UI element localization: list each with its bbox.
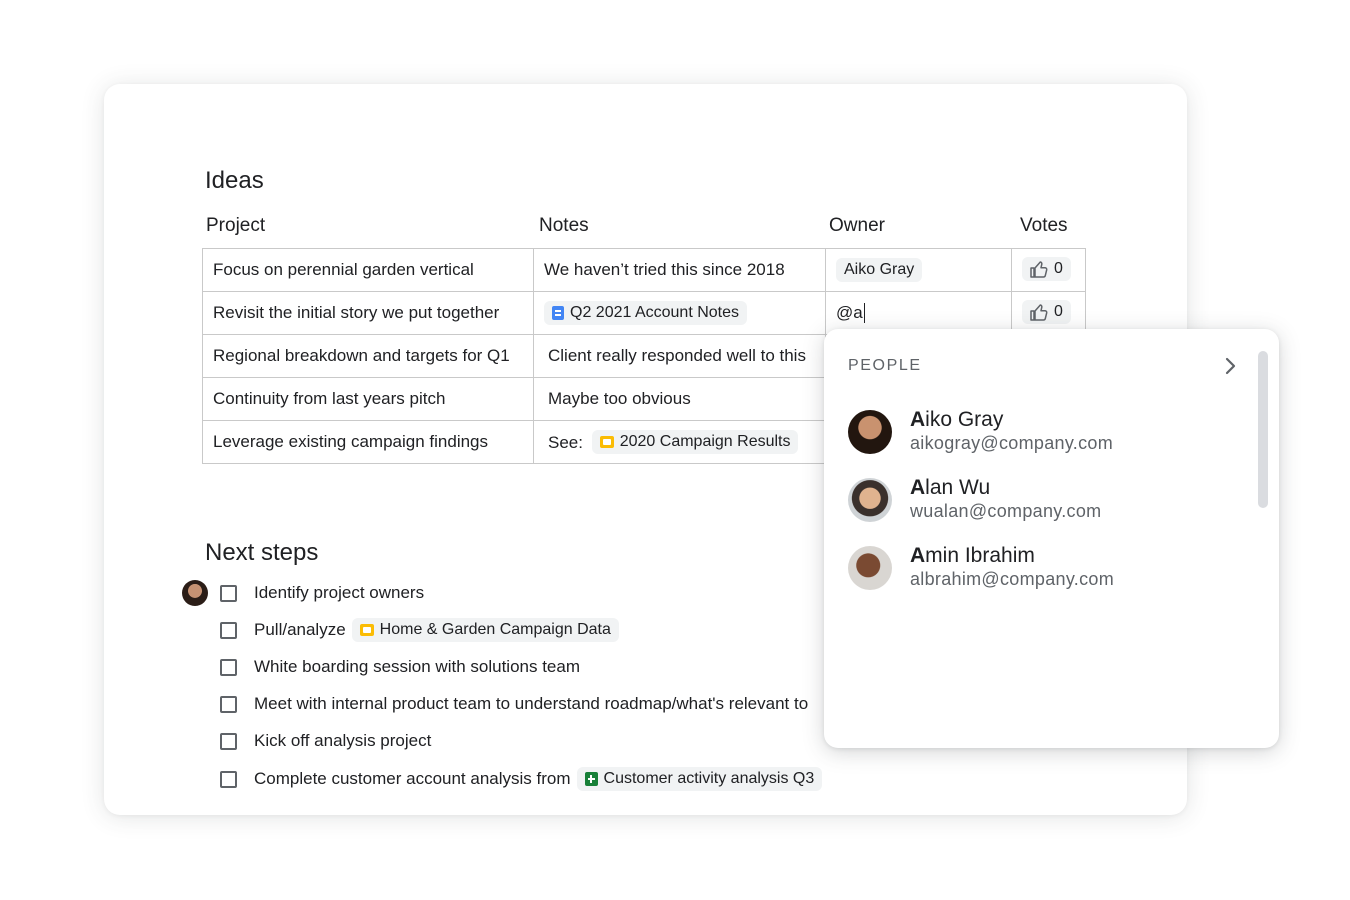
checklist-item: White boarding session with solutions te… [220, 650, 580, 684]
checklist-item: Identify project owners [220, 576, 424, 610]
file-chip-label: Q2 2021 Account Notes [570, 304, 739, 321]
column-header-owner: Owner [829, 215, 885, 236]
person-option[interactable]: Amin Ibrahim albrahim@company.com [848, 544, 1228, 594]
project-cell[interactable]: Continuity from last years pitch [202, 377, 534, 421]
google-slides-icon [599, 436, 614, 448]
person-name: Alan Wu [910, 476, 991, 499]
owner-name: Aiko Gray [844, 261, 915, 278]
project-cell[interactable]: Revisit the initial story we put togethe… [202, 291, 534, 335]
table-row: Focus on perennial garden vertical We ha… [202, 248, 1086, 292]
popup-heading: PEOPLE [848, 357, 922, 374]
notes-prefix: See: [548, 433, 583, 452]
text-cursor [863, 303, 866, 324]
file-chip[interactable]: Home & Garden Campaign Data [351, 618, 619, 642]
project-cell[interactable]: Focus on perennial garden vertical [202, 248, 534, 292]
chevron-right-icon[interactable] [1224, 355, 1238, 381]
file-chip[interactable]: Customer activity analysis Q3 [576, 767, 823, 791]
checkbox[interactable] [220, 695, 237, 713]
avatar [848, 478, 892, 522]
checklist-item-label: Kick off analysis project [254, 731, 432, 750]
checkbox[interactable] [220, 770, 237, 788]
mention-text: @a [836, 302, 863, 322]
file-chip-label: Customer activity analysis Q3 [603, 770, 815, 787]
checklist-item-label: White boarding session with solutions te… [254, 657, 580, 676]
notes-cell[interactable]: See: 2020 Campaign Results [533, 420, 826, 464]
people-suggestion-popup: PEOPLE Aiko Gray aikogray@company.com Al… [824, 329, 1279, 748]
person-name: Aiko Gray [910, 408, 1004, 431]
person-name: Amin Ibrahim [910, 544, 1035, 567]
file-chip-label: 2020 Campaign Results [619, 433, 791, 450]
next-steps-heading: Next steps [205, 539, 319, 566]
vote-count: 0 [1054, 260, 1063, 278]
checklist-item-label: Complete customer account analysis from [254, 769, 571, 788]
file-chip[interactable]: Q2 2021 Account Notes [544, 301, 747, 325]
votes-cell: 0 [1011, 248, 1086, 292]
checkbox[interactable] [220, 584, 237, 602]
checkbox[interactable] [220, 732, 237, 750]
notes-text: We haven’t tried this since 2018 [544, 260, 785, 279]
owner-chip[interactable]: Aiko Gray [836, 258, 923, 282]
column-header-notes: Notes [539, 215, 589, 236]
vote-count: 0 [1054, 303, 1063, 321]
vote-button[interactable]: 0 [1022, 300, 1071, 325]
avatar [848, 546, 892, 590]
column-header-votes: Votes [1020, 215, 1068, 236]
thumbs-up-icon [1030, 261, 1048, 278]
file-chip[interactable]: 2020 Campaign Results [591, 430, 799, 454]
person-option[interactable]: Alan Wu wualan@company.com [848, 476, 1228, 526]
notes-cell[interactable]: We haven’t tried this since 2018 [533, 248, 826, 292]
avatar [848, 410, 892, 454]
checklist-item: Complete customer account analysis from … [220, 762, 823, 796]
column-header-project: Project [206, 215, 266, 236]
vote-button[interactable]: 0 [1022, 257, 1071, 282]
checklist-item-label: Identify project owners [254, 583, 425, 602]
person-option[interactable]: Aiko Gray aikogray@company.com [848, 408, 1228, 458]
person-email: albrahim@company.com [910, 569, 1115, 589]
person-email: aikogray@company.com [910, 433, 1114, 453]
owner-mention-input[interactable]: @a [836, 302, 866, 324]
checklist-item: Pull/analyze Home & Garden Campaign Data [220, 613, 619, 647]
owner-cell[interactable]: Aiko Gray [825, 248, 1012, 292]
google-slides-icon [359, 624, 374, 636]
scrollbar[interactable] [1258, 351, 1268, 508]
notes-cell[interactable]: Client really responded well to this [533, 334, 826, 378]
checkbox[interactable] [220, 621, 237, 639]
google-sheets-icon [584, 772, 598, 786]
checklist-item-label: Meet with internal product team to under… [254, 694, 809, 713]
ideas-heading: Ideas [205, 167, 264, 194]
google-docs-icon [552, 306, 564, 320]
project-cell[interactable]: Regional breakdown and targets for Q1 [202, 334, 534, 378]
avatar[interactable] [182, 580, 208, 606]
checklist-item-label: Pull/analyze [254, 620, 346, 639]
notes-cell[interactable]: Q2 2021 Account Notes [533, 291, 826, 335]
file-chip-label: Home & Garden Campaign Data [379, 621, 611, 638]
person-email: wualan@company.com [910, 501, 1102, 521]
project-cell[interactable]: Leverage existing campaign findings [202, 420, 534, 464]
notes-cell[interactable]: Maybe too obvious [533, 377, 826, 421]
checklist-item: Kick off analysis project [220, 724, 431, 758]
thumbs-up-icon [1030, 304, 1048, 321]
notes-text: Client really responded well to this [548, 346, 806, 365]
notes-text: Maybe too obvious [548, 389, 691, 408]
checklist-item: Meet with internal product team to under… [220, 687, 808, 721]
checkbox[interactable] [220, 658, 237, 676]
